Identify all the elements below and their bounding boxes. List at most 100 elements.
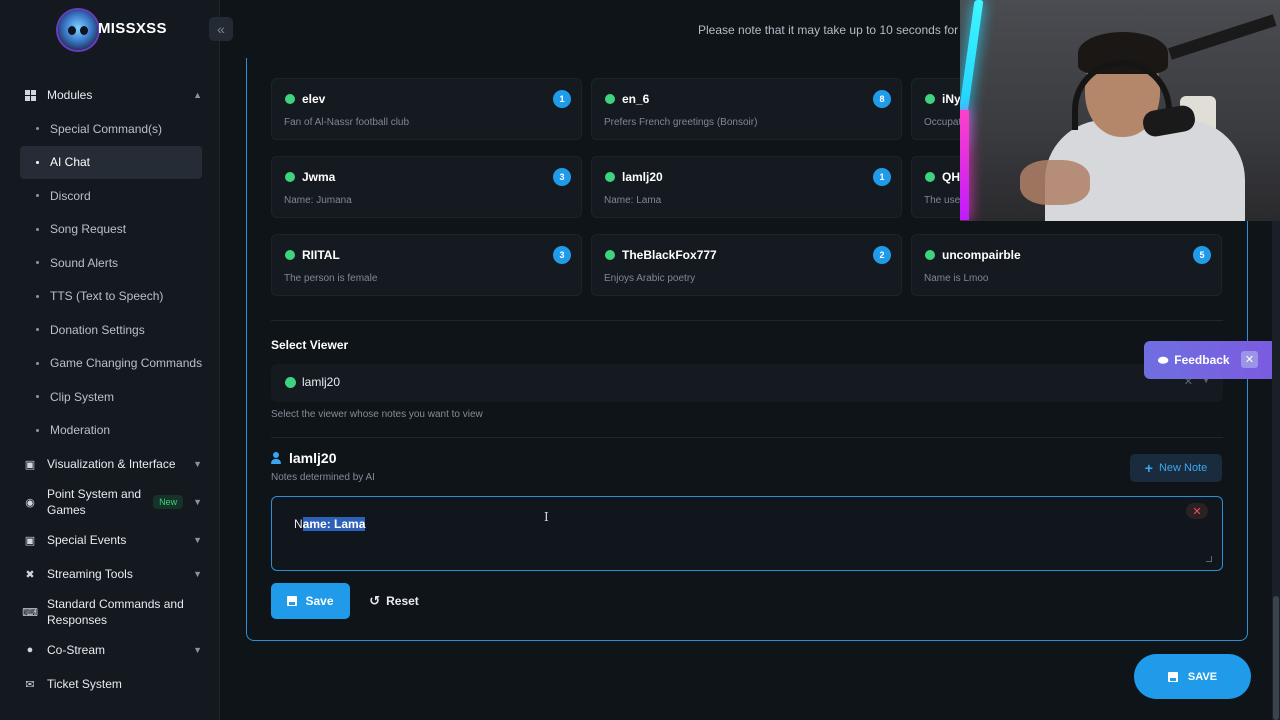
feedback-label: Feedback: [1174, 353, 1230, 367]
online-status-icon: [285, 94, 295, 104]
bullet-icon: [36, 428, 39, 432]
viewer-card[interactable]: uncompairble Name is Lmoo 5: [911, 234, 1222, 296]
note-textarea[interactable]: Name: Lama ✕: [271, 496, 1223, 571]
sidebar-item-song-request[interactable]: Song Request: [0, 213, 220, 247]
global-save-label: SAVE: [1187, 670, 1218, 683]
nav-group-label: Ticket System: [47, 677, 122, 691]
sidebar-item-game-changing-commands[interactable]: Game Changing Commands: [0, 347, 220, 381]
viewer-name: elev: [302, 92, 326, 106]
neon-light: [960, 110, 969, 220]
sidebar-item-sound-alerts[interactable]: Sound Alerts: [0, 246, 220, 280]
calendar-icon: ▣: [24, 534, 36, 547]
nav-group-standard-commands[interactable]: ⌨ Standard Commands and Responses: [0, 591, 220, 633]
sidebar-nav: Modules ▲ Special Command(s) AI Chat Dis…: [0, 78, 220, 701]
sidebar-item-label: Song Request: [50, 222, 127, 237]
online-status-icon: [925, 250, 935, 260]
reset-note-button[interactable]: ↺ Reset: [361, 583, 427, 619]
nav-group-visualization[interactable]: ▣ Visualization & Interface ▼: [0, 447, 220, 481]
viewer-card[interactable]: elev Fan of Al-Nassr football club 1: [271, 78, 582, 140]
coins-icon: ◉: [25, 496, 35, 509]
sidebar-item-clip-system[interactable]: Clip System: [0, 380, 220, 414]
nav-group-co-stream[interactable]: ● Co-Stream ▼: [0, 633, 220, 667]
section-divider: [271, 437, 1223, 438]
logo-row: MISSXSS: [0, 0, 219, 58]
keyboard-icon: ⌨: [22, 606, 38, 619]
new-note-label: New Note: [1158, 462, 1208, 474]
nav-group-ticket-system[interactable]: ✉ Ticket System: [0, 667, 220, 701]
users-icon: ●: [26, 644, 34, 656]
bullet-icon: [36, 294, 39, 298]
global-save-button[interactable]: SAVE: [1134, 654, 1251, 699]
chevron-up-icon: ▲: [193, 90, 202, 100]
viewer-name: lamlj20: [622, 170, 663, 184]
bullet-icon: [36, 328, 39, 332]
viewer-note: Prefers French greetings (Bonsoir): [604, 117, 758, 128]
reset-note-label: Reset: [386, 594, 419, 608]
viewer-card[interactable]: en_6 Prefers French greetings (Bonsoir) …: [591, 78, 902, 140]
chevron-down-icon: ▼: [193, 535, 202, 545]
sidebar-item-special-commands[interactable]: Special Command(s): [0, 112, 220, 146]
bullet-icon: [36, 127, 39, 131]
floppy-disk-icon: [1167, 671, 1178, 682]
close-icon[interactable]: ✕: [1241, 351, 1258, 368]
online-status-icon: [925, 94, 935, 104]
bullet-icon: [36, 361, 39, 365]
online-status-icon: [605, 94, 615, 104]
viewer-name: RIITAL: [302, 248, 340, 262]
delete-note-icon[interactable]: ✕: [1186, 503, 1208, 519]
nav-group-point-system[interactable]: ◉ Point System and Games New ▼: [0, 481, 220, 523]
select-viewer-dropdown[interactable]: lamlj20 ✕ ▼: [271, 364, 1223, 402]
section-divider: [271, 320, 1223, 321]
sidebar-item-tts[interactable]: TTS (Text to Speech): [0, 280, 220, 314]
viewer-note: Name is Lmoo: [924, 273, 989, 284]
sidebar-item-moderation[interactable]: Moderation: [0, 414, 220, 448]
chat-bubble-icon: ⬬: [1158, 352, 1169, 367]
viewer-card[interactable]: RIITAL The person is female 3: [271, 234, 582, 296]
grid-icon: [24, 89, 36, 101]
select-viewer-help: Select the viewer whose notes you want t…: [271, 409, 483, 420]
page-scrollbar[interactable]: [1272, 221, 1280, 720]
note-count-badge: 1: [553, 90, 571, 108]
new-note-button[interactable]: + New Note: [1130, 454, 1222, 482]
viewer-card[interactable]: TheBlackFox777 Enjoys Arabic poetry 2: [591, 234, 902, 296]
nav-group-streaming-tools[interactable]: ✖ Streaming Tools ▼: [0, 557, 220, 591]
nav-group-label: Standard Commands and Responses: [47, 597, 184, 627]
logo-icon: [58, 10, 98, 50]
nav-group-label: Point System and Games: [47, 487, 142, 517]
nav-group-modules[interactable]: Modules ▲: [0, 78, 220, 112]
scrollbar-thumb[interactable]: [1273, 596, 1279, 720]
online-status-icon: [605, 250, 615, 260]
viewer-name: en_6: [622, 92, 650, 106]
note-count-badge: 3: [553, 246, 571, 264]
save-note-button[interactable]: Save: [271, 583, 350, 619]
viewer-note: Name: Jumana: [284, 195, 352, 206]
undo-icon: ↺: [369, 593, 381, 608]
sidebar-item-label: Sound Alerts: [50, 255, 119, 270]
new-badge: New: [153, 495, 184, 509]
notes-subtitle: Notes determined by AI: [271, 472, 375, 483]
sidebar: MISSXSS « Modules ▲ Special Command(s) A…: [0, 0, 233, 720]
collapse-sidebar-button[interactable]: «: [209, 17, 233, 41]
viewer-card[interactable]: Jwma Name: Jumana 3: [271, 156, 582, 218]
note-count-badge: 5: [1193, 246, 1211, 264]
viewer-name: TheBlackFox777: [622, 248, 717, 262]
ticket-icon: ✉: [25, 678, 35, 691]
note-count-badge: 3: [553, 168, 571, 186]
select-viewer-value: lamlj20: [302, 375, 341, 389]
resize-handle[interactable]: [1206, 556, 1212, 562]
note-count-badge: 8: [873, 90, 891, 108]
feedback-button[interactable]: ⬬ Feedback ✕: [1144, 341, 1272, 379]
viewer-card[interactable]: lamlj20 Name: Lama 1: [591, 156, 902, 218]
user-icon: [271, 452, 281, 464]
note-count-badge: 1: [873, 168, 891, 186]
bullet-icon: [36, 194, 39, 198]
sidebar-item-donation-settings[interactable]: Donation Settings: [0, 313, 220, 347]
nav-group-special-events[interactable]: ▣ Special Events ▼: [0, 523, 220, 557]
bullet-icon: [36, 261, 39, 265]
online-status-icon: [285, 172, 295, 182]
nav-group-label: Visualization & Interface: [47, 457, 176, 471]
chevron-down-icon: ▼: [193, 569, 202, 579]
sidebar-item-label: Clip System: [50, 389, 115, 404]
sidebar-item-ai-chat[interactable]: AI Chat: [20, 145, 202, 179]
sidebar-item-discord[interactable]: Discord: [0, 179, 220, 213]
